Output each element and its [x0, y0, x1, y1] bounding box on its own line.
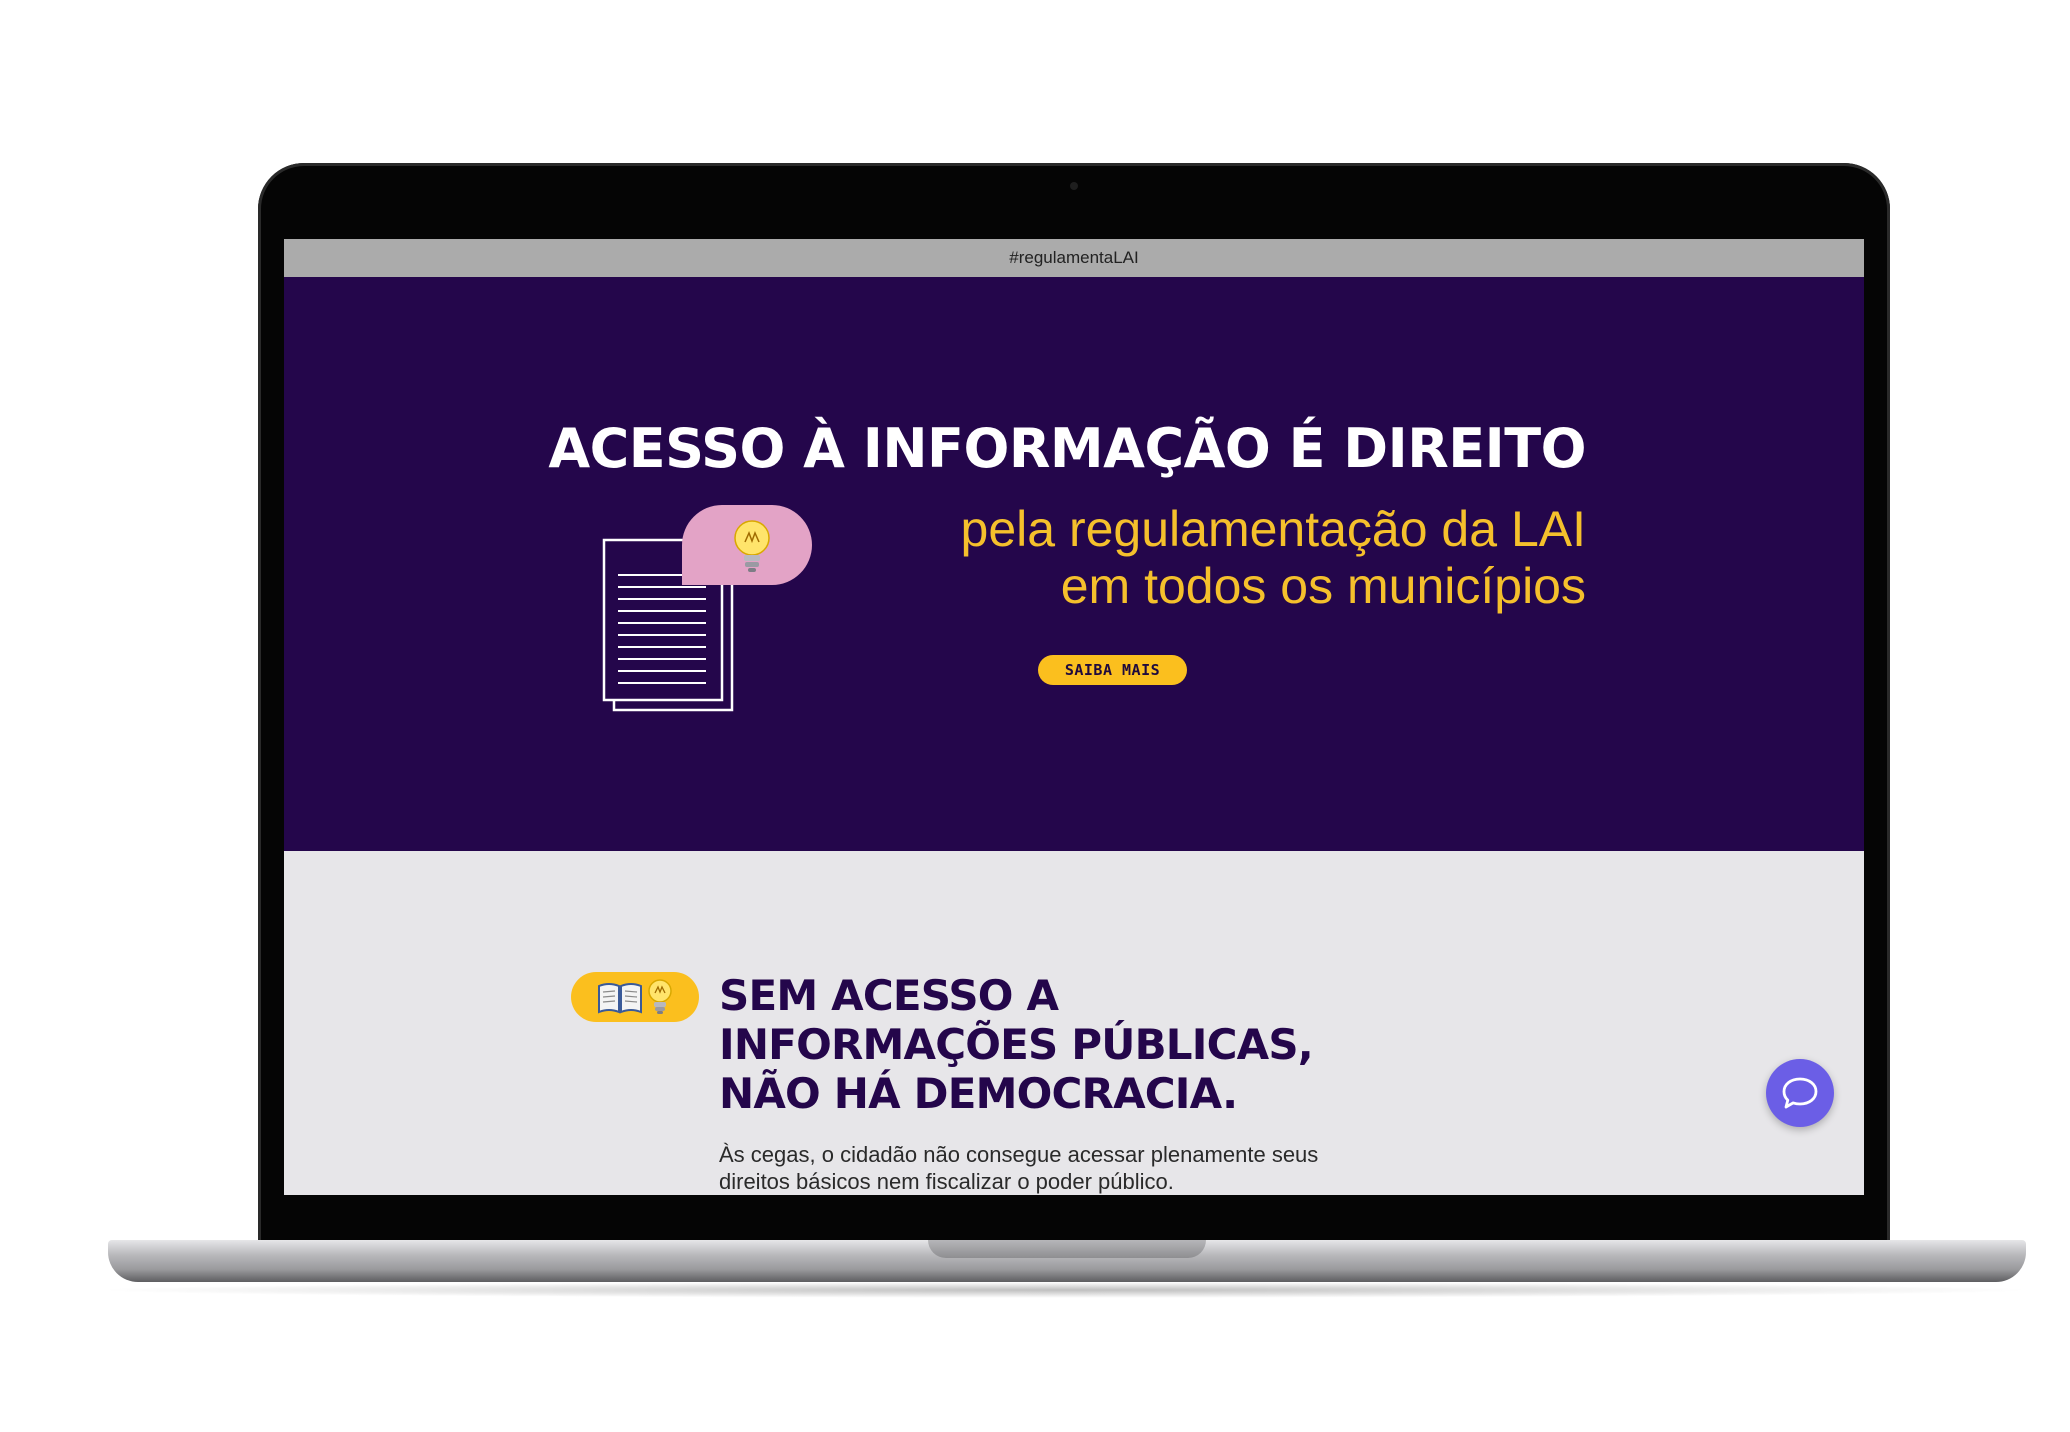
- laptop-notch: [928, 1240, 1206, 1258]
- democracy-section: SEM ACESSO A INFORMAÇÕES PÚBLICAS, NÃO H…: [284, 851, 1864, 1195]
- lightbulb-icon: [648, 979, 672, 1014]
- hero-title: ACESSO À INFORMAÇÃO É DIREITO: [548, 417, 1586, 480]
- browser-tab-title: #regulamentaLAI: [1009, 248, 1139, 267]
- saiba-mais-button[interactable]: SAIBA MAIS: [1038, 655, 1187, 685]
- hero-subtitle: pela regulamentação da LAI em todos os m…: [284, 501, 1586, 615]
- emoji-badge: [571, 972, 699, 1022]
- section-title-line-2: INFORMAÇÕES PÚBLICAS,: [719, 1020, 1314, 1069]
- section-title-line-1: SEM ACESSO A: [719, 971, 1059, 1020]
- chat-button[interactable]: [1766, 1059, 1834, 1127]
- hero-section: ACESSO À INFORMAÇÃO É DIREITO pela regul…: [284, 277, 1864, 851]
- book-icon: [598, 983, 642, 1014]
- laptop-screen: #regulamentaLAI ACESSO À INFORMAÇÃO É DI…: [284, 239, 1864, 1195]
- hero-subtitle-line-2: em todos os municípios: [1060, 558, 1586, 614]
- section-title: SEM ACESSO A INFORMAÇÕES PÚBLICAS, NÃO H…: [719, 971, 1314, 1118]
- laptop-shadow: [90, 1282, 2040, 1298]
- browser-title-bar: #regulamentaLAI: [284, 239, 1864, 277]
- webcam-icon: [1070, 182, 1078, 190]
- hero-subtitle-line-1: pela regulamentação da LAI: [960, 501, 1586, 557]
- section-text: Às cegas, o cidadão não consegue acessar…: [719, 1142, 1319, 1194]
- chat-bubble-icon: [1782, 1077, 1818, 1109]
- section-title-line-3: NÃO HÁ DEMOCRACIA.: [719, 1069, 1238, 1118]
